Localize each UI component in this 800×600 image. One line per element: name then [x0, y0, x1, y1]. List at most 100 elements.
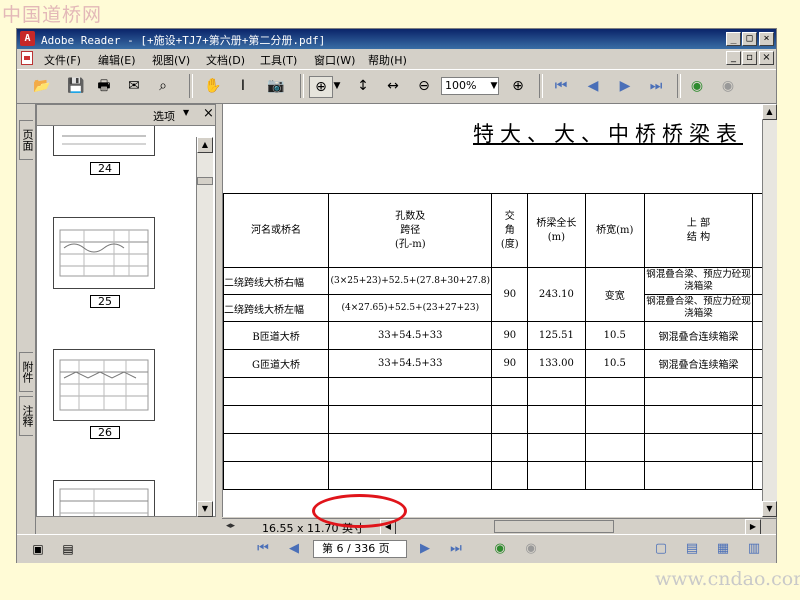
- header-superstructure: 上 部 结 构: [643, 193, 754, 268]
- doc-minimize-button[interactable]: _: [726, 51, 741, 65]
- doc-options-icon[interactable]: ▤: [57, 539, 79, 559]
- menu-edit[interactable]: 编辑(E): [98, 52, 136, 68]
- table-row: [223, 377, 763, 406]
- previous-view-button[interactable]: ◉: [490, 540, 510, 558]
- maximize-button[interactable]: □: [742, 32, 757, 46]
- page-thumbnail[interactable]: [53, 126, 155, 156]
- tab-comments[interactable]: 注释: [19, 396, 34, 436]
- cell-length: 133.00: [527, 349, 586, 378]
- header-angle: 交 角 (度): [491, 193, 529, 268]
- page-navigation-bar: ▣ ▤ ⏮ ◀ 第 6 / 336 页 ▶ ⏭ ◉ ◉ ▢ ▤ ▦ ▥: [17, 534, 776, 563]
- title-bar[interactable]: A Adobe Reader - [+施设+TJ7+第六册+第二分册.pdf] …: [17, 29, 776, 49]
- table-row: 二绕跨线大桥右幅 (3×25+23)+52.5+(27.8+30+27.8) 9…: [223, 267, 763, 322]
- header-length: 桥梁全长 (m): [527, 193, 586, 268]
- menu-tools[interactable]: 工具(T): [260, 52, 297, 68]
- cell-bridge-name: G匝道大桥: [223, 349, 330, 378]
- cell-bridge-name: B匝道大桥: [223, 321, 330, 350]
- go-forward-icon[interactable]: ◉: [717, 76, 739, 96]
- page-number-field[interactable]: 第 6 / 336 页: [313, 540, 407, 558]
- close-button[interactable]: ×: [759, 32, 774, 46]
- select-text-icon[interactable]: I: [232, 76, 254, 96]
- continuous-view-icon[interactable]: ▤: [682, 540, 702, 558]
- menu-help[interactable]: 帮助(H): [368, 52, 407, 68]
- next-page-button[interactable]: ▶: [415, 540, 435, 558]
- document-view[interactable]: 特大、大、中桥桥梁表 河名或桥名 孔数及 跨径 (孔-m) 交 角 (度) 桥梁…: [222, 104, 763, 517]
- pages-panel-header: 选项 ▼ ×: [37, 105, 215, 126]
- watermark-top: 中国道桥网: [2, 4, 103, 26]
- navigation-tabs: 页面 附件 注释: [17, 104, 36, 534]
- toolbar: 📂 💾 🖶 ✉ ⌕ ✋ I 📷 ⊕ ▼ ↕ ↔ ⊖ 100% ▼ ⊕ ⏮ ◀ ▶…: [17, 69, 776, 104]
- zoom-tool-dropdown-icon[interactable]: ▼: [330, 77, 344, 95]
- previous-page-button[interactable]: ◀: [284, 540, 304, 558]
- pages-panel-scrollbar[interactable]: ▲ ▼: [196, 137, 213, 517]
- menu-window[interactable]: 窗口(W): [314, 52, 355, 68]
- split-handle-icon[interactable]: ◂▸: [226, 521, 235, 531]
- menu-view[interactable]: 视图(V): [152, 52, 190, 68]
- scroll-up-icon[interactable]: ▲: [762, 104, 777, 120]
- horizontal-scrollbar-thumb[interactable]: [494, 520, 614, 533]
- monitor-icon[interactable]: ▣: [27, 539, 49, 559]
- snapshot-camera-icon[interactable]: 📷: [265, 76, 287, 96]
- thumbnail-drawing: [59, 229, 149, 277]
- menu-document[interactable]: 文档(D): [206, 52, 245, 68]
- scroll-down-icon[interactable]: ▼: [762, 501, 777, 517]
- menu-file[interactable]: 文件(F): [44, 52, 81, 68]
- scroll-up-icon[interactable]: ▲: [197, 137, 213, 153]
- tab-pages[interactable]: 页面: [19, 120, 34, 160]
- thumbnail-page-number: 24: [90, 162, 120, 175]
- last-page-icon[interactable]: ⏭: [645, 76, 667, 96]
- open-folder-icon[interactable]: 📂: [31, 76, 53, 96]
- scroll-down-icon[interactable]: ▼: [197, 501, 213, 517]
- print-icon[interactable]: 🖶: [93, 76, 115, 96]
- hand-tool-icon[interactable]: ✋: [202, 76, 224, 96]
- reader-window: A Adobe Reader - [+施设+TJ7+第六册+第二分册.pdf] …: [16, 28, 777, 563]
- window-title: Adobe Reader - [+施设+TJ7+第六册+第二分册.pdf]: [41, 34, 326, 47]
- facing-view-icon[interactable]: ▦: [713, 540, 733, 558]
- pdf-document-icon[interactable]: [21, 51, 33, 65]
- first-page-button[interactable]: ⏮: [253, 540, 273, 558]
- actual-size-icon[interactable]: ↕: [352, 76, 374, 96]
- tab-attachments[interactable]: 附件: [19, 352, 34, 392]
- search-binoculars-icon[interactable]: ⌕: [152, 76, 174, 96]
- continuous-facing-view-icon[interactable]: ▥: [744, 540, 764, 558]
- scroll-right-icon[interactable]: ▶: [745, 519, 761, 535]
- cell-angle: 90: [491, 349, 529, 378]
- go-back-icon[interactable]: ◉: [686, 76, 708, 96]
- document-vertical-scrollbar[interactable]: ▲ ▼: [762, 104, 777, 517]
- single-page-view-icon[interactable]: ▢: [651, 540, 671, 558]
- fit-width-icon[interactable]: ↔: [382, 76, 404, 96]
- thumbnail-page-number: 25: [90, 295, 120, 308]
- chevron-down-icon[interactable]: ▼: [183, 108, 189, 117]
- cell-width: 变宽: [584, 267, 645, 322]
- scrollbar-thumb[interactable]: [197, 177, 213, 185]
- first-page-icon[interactable]: ⏮: [550, 76, 572, 96]
- zoom-in-icon[interactable]: ⊕: [507, 76, 529, 96]
- pages-panel: 选项 ▼ × 24 25 26: [36, 104, 216, 517]
- page-thumbnail[interactable]: [53, 217, 155, 289]
- adobe-reader-icon[interactable]: A: [20, 31, 35, 46]
- cell-structure: 钢混叠合梁、预应力砼现浇箱梁: [643, 294, 754, 322]
- doc-close-button[interactable]: ×: [759, 51, 774, 65]
- sheet-title: 特大、大、中桥桥梁表: [473, 122, 743, 146]
- doc-restore-button[interactable]: ▫: [742, 51, 757, 65]
- previous-page-icon[interactable]: ◀: [582, 76, 604, 96]
- page-thumbnail[interactable]: [53, 349, 155, 421]
- minimize-button[interactable]: _: [726, 32, 741, 46]
- options-menu[interactable]: 选项: [153, 108, 175, 124]
- panel-close-button[interactable]: ×: [203, 106, 214, 121]
- zoom-out-icon[interactable]: ⊖: [413, 76, 435, 96]
- menu-bar: 文件(F) 编辑(E) 视图(V) 文档(D) 工具(T) 窗口(W) 帮助(H…: [17, 50, 776, 67]
- thumbnail-drawing: [59, 488, 149, 516]
- save-icon[interactable]: 💾: [65, 76, 87, 96]
- next-view-button[interactable]: ◉: [521, 540, 541, 558]
- next-page-icon[interactable]: ▶: [614, 76, 636, 96]
- email-icon[interactable]: ✉: [123, 76, 145, 96]
- thumbnail-drawing: [59, 359, 149, 411]
- cell-bridge-name: 二绕跨线大桥右幅: [223, 267, 330, 295]
- thumbnail-drawing: [62, 135, 146, 145]
- page-thumbnail[interactable]: [53, 480, 155, 516]
- last-page-button[interactable]: ⏭: [446, 540, 466, 558]
- zoom-dropdown-icon[interactable]: ▼: [487, 77, 501, 95]
- header-width: 桥宽(m): [584, 193, 645, 268]
- cell-width: 10.5: [584, 349, 645, 378]
